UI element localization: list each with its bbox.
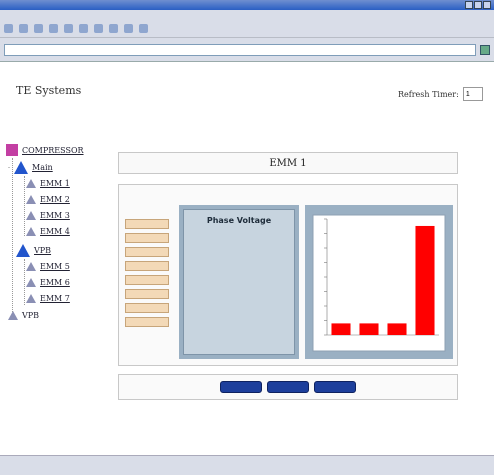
chart-bar [359,323,379,335]
device-triangle-icon [26,294,36,303]
tree-item-label[interactable]: EMM 7 [40,294,70,303]
company-name: TE Systems [16,84,82,97]
tree-connector [12,158,13,318]
history-icon[interactable] [109,24,118,33]
measurement-button-column [125,219,169,331]
tree-item-label[interactable]: EMM 2 [40,195,70,204]
tree-item-label[interactable]: EMM 5 [40,262,70,271]
action-button[interactable] [220,381,262,393]
measurement-button[interactable] [125,317,169,327]
close-icon[interactable] [483,1,491,9]
refresh-timer: Refresh Timer: [398,87,483,101]
window-controls [465,1,491,9]
voltage-chart-box [305,205,453,359]
tree-item[interactable]: EMM 4 [26,227,70,236]
search-icon[interactable] [79,24,88,33]
tree-item-label[interactable]: EMM 3 [40,211,70,220]
device-triangle-icon [26,179,36,188]
phase-voltage-title: Phase Voltage [206,216,272,225]
refresh-timer-label: Refresh Timer: [398,89,459,99]
device-triangle-icon [8,311,18,320]
tree-group-main[interactable]: - Main [8,161,53,174]
maximize-icon[interactable] [474,1,482,9]
tree-item-label[interactable]: EMM 1 [40,179,70,188]
measurement-button[interactable] [125,247,169,257]
mail-icon[interactable] [124,24,133,33]
tree-item[interactable]: EMM 3 [26,211,70,220]
device-triangle-icon [26,227,36,236]
home-icon[interactable] [64,24,73,33]
group-triangle-icon [14,161,29,174]
browser-menu-bar [0,10,494,20]
tree-root-label[interactable]: COMPRESSOR [22,146,84,155]
url-input[interactable] [4,43,476,56]
compressor-icon [6,144,18,156]
tree-item-label[interactable]: VPB [22,311,39,320]
tree-item[interactable]: VPB [8,311,39,320]
browser-toolbar [0,20,494,38]
voltage-bar-chart [312,214,446,352]
measurement-button[interactable] [125,233,169,243]
measurement-button[interactable] [125,303,169,313]
tree-item-label[interactable]: EMM 4 [40,227,70,236]
tree-item[interactable]: EMM 1 [26,179,70,188]
measurement-button[interactable] [125,261,169,271]
minimize-icon[interactable] [465,1,473,9]
device-title-panel: EMM 1 [118,152,458,174]
go-icon[interactable] [480,44,490,55]
tree-group-label[interactable]: Main [32,163,53,172]
chart-bar [387,323,407,335]
collapse-icon[interactable]: - [8,164,10,171]
tree-root[interactable]: COMPRESSOR [6,144,84,156]
tree-connector [24,259,25,305]
refresh-timer-input[interactable] [462,87,483,101]
action-button[interactable] [267,381,309,393]
tree-item-label[interactable]: EMM 6 [40,278,70,287]
tree-connector [24,176,25,236]
favorites-icon[interactable] [94,24,103,33]
address-bar [0,38,494,62]
browser-status-bar [0,455,494,475]
stop-icon[interactable] [34,24,43,33]
chart-bar [415,225,435,335]
device-title: EMM 1 [269,157,307,169]
back-icon[interactable] [4,24,13,33]
print-icon[interactable] [139,24,148,33]
measurement-button[interactable] [125,219,169,229]
measurement-button[interactable] [125,275,169,285]
device-triangle-icon [26,278,36,287]
action-button[interactable] [314,381,356,393]
device-triangle-icon [26,262,36,271]
phase-voltage-box: Phase Voltage [179,205,299,359]
chart-bar [331,323,351,335]
tree-item[interactable]: EMM 5 [26,262,70,271]
tree-group-vpb[interactable]: VPB [16,244,51,257]
refresh-icon[interactable] [49,24,58,33]
device-main-panel: Phase Voltage [118,184,458,366]
tree-item[interactable]: EMM 2 [26,195,70,204]
group-triangle-icon [16,244,30,257]
device-triangle-icon [26,195,36,204]
tree-item[interactable]: EMM 6 [26,278,70,287]
forward-icon[interactable] [19,24,28,33]
browser-title-bar [0,0,494,10]
action-button-panel [118,374,458,400]
tree-item[interactable]: EMM 7 [26,294,70,303]
device-triangle-icon [26,211,36,220]
measurement-button[interactable] [125,289,169,299]
tree-group-label[interactable]: VPB [34,246,51,255]
phase-voltage-inner: Phase Voltage [183,209,295,355]
